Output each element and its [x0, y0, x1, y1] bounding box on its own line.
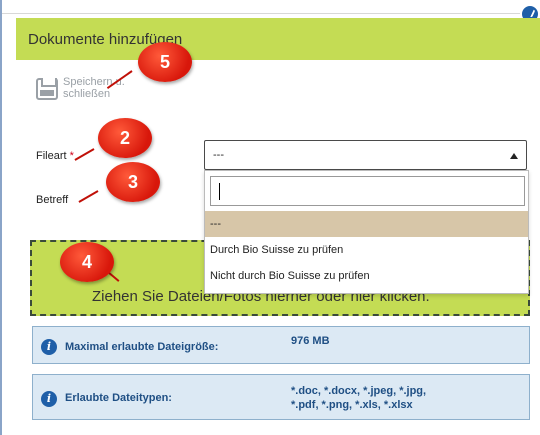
file-types-info-panel: i Erlaubte Dateitypen: *.doc, *.docx, *.…	[32, 374, 530, 420]
dropdown-option[interactable]: Nicht durch Bio Suisse zu prüfen	[205, 263, 528, 289]
file-types-line1: *.doc, *.docx, *.jpeg, *.jpg,	[291, 385, 427, 397]
betreff-label: Betreff	[36, 194, 69, 206]
top-strip	[2, 0, 540, 14]
dropdown-option[interactable]: ---	[205, 211, 528, 237]
annotation-badge-2: 2	[98, 118, 152, 158]
text-cursor	[219, 183, 220, 200]
dropdown-search-input[interactable]	[210, 176, 525, 206]
save-label-line2: schließen	[63, 88, 111, 100]
info-icon: i	[41, 391, 57, 407]
floppy-disk-icon	[36, 78, 58, 100]
fileart-select-value: ---	[213, 149, 224, 161]
file-types-value: *.doc, *.docx, *.jpeg, *.jpg, *.pdf, *.p…	[291, 384, 426, 412]
dialog-header: Dokumente hinzufügen	[16, 18, 540, 60]
file-types-label: Erlaubte Dateitypen:	[65, 392, 172, 404]
dropdown-option[interactable]: Durch Bio Suisse zu prüfen	[205, 237, 528, 263]
max-size-info-panel: i Maximal erlaubte Dateigröße: 976 MB	[32, 326, 530, 364]
save-button-label: Speichern u. schließen	[63, 76, 143, 100]
file-types-line2: *.pdf, *.png, *.xls, *.xlsx	[291, 399, 413, 411]
fileart-dropdown: --- Durch Bio Suisse zu prüfen Nicht dur…	[204, 170, 529, 294]
max-size-value: 976 MB	[291, 335, 330, 347]
annotation-badge-3: 3	[106, 162, 160, 202]
max-size-label: Maximal erlaubte Dateigröße:	[65, 341, 219, 353]
annotation-pointer	[74, 148, 95, 161]
fileart-label-text: Fileart	[36, 150, 67, 162]
annotation-badge-5: 5	[138, 42, 192, 82]
annotation-pointer	[78, 190, 99, 203]
info-icon: i	[41, 339, 57, 355]
fileart-select[interactable]: ---	[204, 140, 527, 170]
required-marker: *	[69, 150, 74, 162]
fileart-label: Fileart *	[36, 150, 74, 162]
caret-up-icon	[510, 153, 518, 159]
annotation-badge-4: 4	[60, 242, 114, 282]
dialog-window: Dokumente hinzufügen Speichern u. schlie…	[0, 0, 540, 435]
save-and-close-button[interactable]: Speichern u. schließen	[36, 76, 146, 106]
